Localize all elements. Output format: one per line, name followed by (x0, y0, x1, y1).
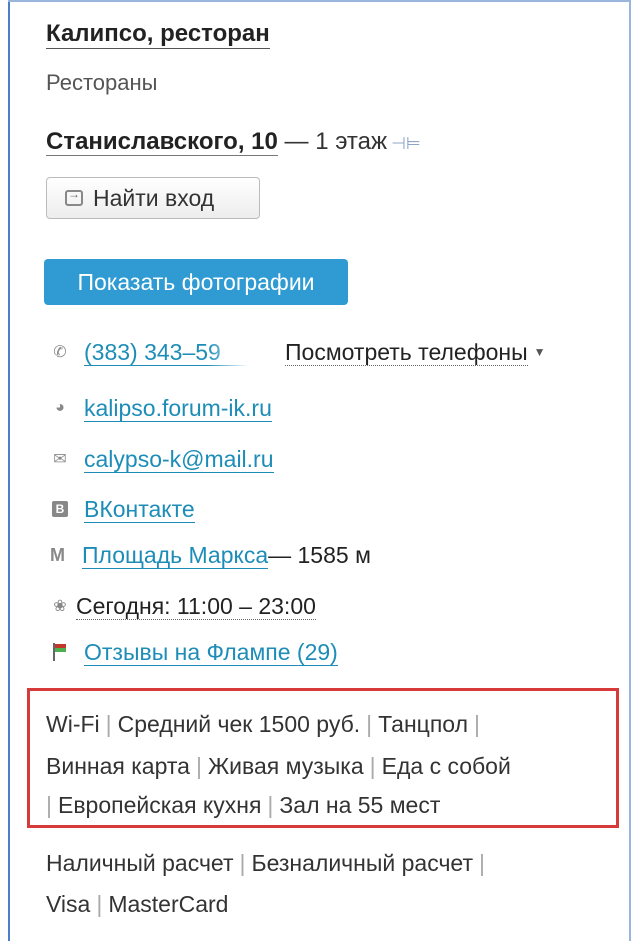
vk-link[interactable]: ВКонтакте (84, 496, 195, 523)
feature-item: Wi-Fi (46, 711, 100, 737)
payment-item: Наличный расчет (46, 850, 234, 876)
find-entrance-button[interactable]: Найти вход (46, 177, 260, 219)
show-photos-label: Показать фотографии (77, 268, 315, 295)
address-street-link[interactable]: Станиславского, 10 (46, 128, 278, 156)
features-line-2: Винная карта | Живая музыка | Еда с собой (46, 747, 511, 785)
clock-icon: ❀ (53, 598, 67, 615)
feature-item: Винная карта (46, 753, 190, 779)
website-link[interactable]: kalipso.forum-ik.ru (84, 395, 272, 422)
hours-row: ❀ Сегодня: 11:00 – 23:00 (50, 590, 316, 622)
email-link[interactable]: calypso-k@mail.ru (84, 446, 274, 473)
globe-icon: ◕ (55, 399, 65, 416)
chevron-down-icon[interactable]: ▼ (534, 345, 546, 359)
feature-item: Живая музыка (207, 753, 364, 779)
payment-item: MasterCard (108, 891, 229, 917)
place-title[interactable]: Калипсо, ресторан (46, 20, 270, 49)
website-row: ◕ kalipso.forum-ik.ru (50, 392, 272, 424)
separator: | (105, 711, 112, 737)
separator: | (46, 792, 52, 818)
show-phones-link[interactable]: Посмотреть телефоны (285, 339, 528, 366)
find-entrance-label: Найти вход (93, 184, 215, 211)
phone-icon: ✆ (53, 344, 67, 361)
payments-line-2: Visa | MasterCard (46, 885, 228, 923)
place-category: Рестораны (46, 70, 158, 95)
separator: | (479, 850, 485, 876)
mail-icon: ✉ (53, 451, 67, 468)
feature-item: Зал на 55 мест (279, 792, 441, 818)
show-photos-button[interactable]: Показать фотографии (44, 259, 348, 305)
separator: | (239, 850, 246, 876)
metro-icon: M (50, 544, 65, 565)
separator: | (366, 711, 373, 737)
address: Станиславского, 10 — 1 этаж ⊣⊨ (46, 128, 421, 158)
features-line-3: | Европейская кухня | Зал на 55 мест (46, 786, 440, 824)
phone-link[interactable]: (383) 343–59 (84, 339, 249, 366)
vk-row: B ВКонтакте (50, 493, 195, 525)
feature-item: Европейская кухня (57, 792, 262, 818)
feature-item: Средний чек 1500 руб. (117, 711, 361, 737)
vk-icon: B (52, 501, 68, 517)
payment-item: Visa (46, 891, 91, 917)
metro-distance: — 1585 м (268, 541, 371, 568)
reviews-link[interactable]: Отзывы на Флампе (29) (84, 639, 338, 666)
pin-icon[interactable]: ⊣⊨ (391, 134, 421, 153)
feature-item: Еда с собой (381, 753, 511, 779)
separator: | (195, 753, 202, 779)
panel-top-border (8, 0, 631, 2)
reviews-row: Отзывы на Флампе (29) (50, 636, 338, 668)
flamp-flag-icon (52, 643, 68, 661)
separator: | (369, 753, 376, 779)
metro-row: M Площадь Маркса — 1585 м (50, 539, 371, 571)
hours-link[interactable]: Сегодня: 11:00 – 23:00 (76, 593, 316, 620)
separator: | (474, 711, 480, 737)
panel-left-border (8, 0, 10, 941)
payment-item: Безналичный расчет (251, 850, 473, 876)
phone-row: ✆ (383) 343–59 Посмотреть телефоны ▼ (50, 336, 546, 368)
metro-link[interactable]: Площадь Маркса (82, 542, 269, 569)
payments-line-1: Наличный расчет | Безналичный расчет | (46, 844, 491, 882)
email-row: ✉ calypso-k@mail.ru (50, 443, 274, 475)
address-floor: — 1 этаж (277, 128, 388, 155)
feature-item: Танцпол (378, 711, 468, 737)
entrance-icon (65, 187, 83, 206)
separator: | (267, 792, 274, 818)
separator: | (96, 891, 103, 917)
features-line-1: Wi-Fi | Средний чек 1500 руб. | Танцпол | (46, 705, 486, 743)
